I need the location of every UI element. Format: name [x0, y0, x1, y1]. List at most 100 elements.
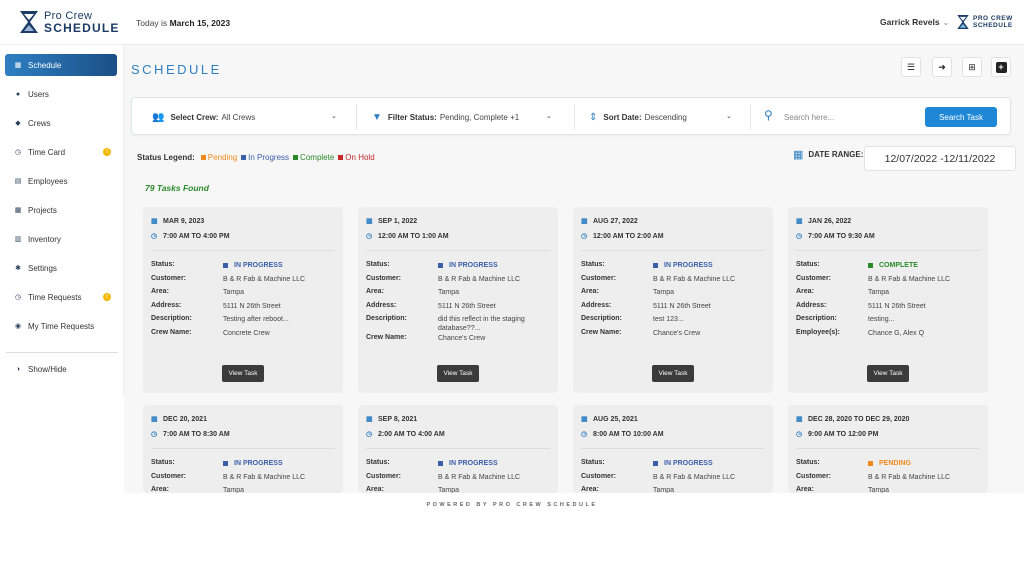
clock-icon: ◷: [581, 233, 588, 240]
task-field-customer: Customer: B & R Fab & Machine LLC: [366, 473, 548, 482]
field-value: 5111 N 26th Street: [868, 302, 926, 310]
status-filter-value: Pending, Complete +1: [439, 112, 520, 122]
status-swatch: [653, 263, 658, 268]
chevron-down-icon[interactable]: ⌄: [546, 112, 552, 120]
view-task-button[interactable]: View Task: [652, 365, 694, 382]
field-label: Description:: [581, 315, 622, 322]
calendar-icon: ▦: [366, 416, 373, 423]
card-divider: [581, 448, 765, 449]
list-view-button[interactable]: ☰: [901, 57, 921, 77]
field-value: Concrete Crew: [223, 329, 270, 337]
sidebar-item-inventory[interactable]: ▥ Inventory: [5, 228, 117, 250]
task-field-customer: Customer: B & R Fab & Machine LLC: [796, 275, 978, 284]
card-divider: [796, 448, 980, 449]
grid-add-button[interactable]: ⊞: [962, 57, 982, 77]
task-field-address: Address: 5111 N 26th Street: [796, 302, 978, 311]
show-hide-toggle[interactable]: ◑ Show/Hide: [5, 358, 117, 380]
field-label: Status:: [796, 261, 820, 268]
field-label: Customer:: [581, 274, 617, 282]
task-field-customer: Customer: B & R Fab & Machine LLC: [581, 473, 763, 482]
date-range-label: DATE RANGE:: [808, 150, 864, 159]
status-filter[interactable]: ▼ Filter Status: Pending, Complete +1: [372, 98, 519, 136]
user-circle-icon: ◉: [14, 323, 22, 330]
view-task-button[interactable]: View Task: [437, 365, 479, 382]
task-field-address: Address: 5111 N 26th Street: [581, 302, 763, 311]
app-logo[interactable]: Pro Crew SCHEDULE: [18, 10, 120, 34]
sidebar-item-settings[interactable]: ✱ Settings: [5, 257, 117, 279]
calendar-icon: ▦: [796, 218, 803, 225]
task-card: ▦ JAN 26, 2022 ◷ 7:00 AM TO 9:30 AM Status: C…: [788, 207, 988, 393]
field-label: Customer:: [366, 472, 402, 480]
user-name: Garrick Revels: [880, 17, 940, 27]
task-date: ▦ MAR 9, 2023: [151, 217, 204, 226]
field-value: Chance's Crew: [438, 335, 486, 342]
sign-out-icon: ➜: [938, 61, 946, 72]
chevron-down-icon[interactable]: ⌄: [726, 112, 732, 120]
sidebar-item-crews[interactable]: ◆ Crews: [5, 112, 117, 134]
search-icon: ⚲: [764, 108, 773, 122]
field-label: Customer:: [151, 274, 187, 282]
task-field-status: Status: IN PROGRESS: [366, 261, 548, 270]
field-value: Tampa: [868, 289, 890, 296]
field-value: Tampa: [438, 289, 460, 296]
sidebar-item-my-time-requests[interactable]: ◉ My Time Requests: [5, 315, 117, 337]
crew-select[interactable]: 👥 Select Crew: All Crews: [152, 98, 255, 136]
task-card: ▦ AUG 25, 2021 ◷ 8:00 AM TO 10:00 AM Status:…: [573, 405, 773, 493]
field-label: Area:: [366, 486, 384, 493]
clock-icon: ◷: [796, 233, 803, 240]
calendar-icon: ▦: [581, 218, 588, 225]
field-label: Address:: [151, 301, 182, 309]
sort-icon: ⇕: [589, 111, 598, 123]
export-button[interactable]: ➜: [932, 57, 952, 77]
task-field-description: Description: test 123...: [581, 315, 763, 324]
field-value: 5111 N 26th Street: [653, 302, 711, 310]
filter-bar: 👥 Select Crew: All Crews ⌄ ▼ Filter Stat…: [131, 97, 1011, 135]
task-field-area: Area: Tampa: [581, 288, 763, 297]
legend-item: Complete: [293, 153, 334, 162]
sidebar-item-projects[interactable]: ▦ Projects: [5, 199, 117, 221]
sidebar-item-time-requests[interactable]: ◷ Time Requests!: [5, 286, 117, 308]
field-label: Area:: [581, 288, 599, 295]
chevron-down-icon[interactable]: ⌄: [331, 112, 337, 120]
task-field-address: Address: 5111 N 26th Street: [366, 302, 548, 311]
task-status: IN PROGRESS: [438, 459, 548, 468]
field-label: Customer:: [796, 472, 832, 480]
sidebar-item-users[interactable]: ● Users: [5, 83, 117, 105]
legend-item: Pending: [200, 153, 237, 162]
sidebar-item-time-card[interactable]: ◷ Time Card!: [5, 141, 117, 163]
view-task-button[interactable]: View Task: [222, 365, 264, 382]
sidebar-item-label: Projects: [28, 205, 57, 215]
field-value: Testing after reboot...: [223, 316, 289, 323]
card-divider: [796, 250, 980, 251]
legend-label: In Progress: [248, 153, 290, 162]
status-swatch: [868, 461, 873, 466]
task-time: ◷ 9:00 AM TO 12:00 PM: [796, 430, 878, 439]
legend-swatch: [293, 155, 299, 160]
field-label: Area:: [366, 288, 384, 295]
task-time: ◷ 7:00 AM TO 4:00 PM: [151, 232, 230, 241]
plus-icon: +: [995, 61, 1007, 73]
field-label: Employee(s):: [796, 328, 840, 336]
view-task-button[interactable]: View Task: [867, 365, 909, 382]
sidebar-item-employees[interactable]: ▤ Employees: [5, 170, 117, 192]
legend-item: On Hold: [338, 153, 375, 162]
search-input[interactable]: [784, 109, 914, 125]
sidebar-item-schedule[interactable]: ▦ Schedule: [5, 54, 117, 76]
date-range-input[interactable]: 12/07/2022 -12/11/2022: [864, 146, 1016, 171]
field-label: Address:: [796, 301, 827, 309]
company-logo-bottom: SCHEDULE: [973, 22, 1013, 29]
search-task-button[interactable]: Search Task: [925, 107, 997, 127]
task-card: ▦ DEC 28, 2020 TO DEC 29, 2020 ◷ 9:00 AM TO…: [788, 405, 988, 493]
today-prefix: Today is: [136, 18, 168, 28]
add-task-button[interactable]: +: [991, 57, 1011, 77]
toggle-circle-icon: ◑: [15, 365, 21, 373]
user-menu[interactable]: Garrick Revels ⌄: [880, 17, 949, 27]
task-status-value: COMPLETE: [879, 262, 918, 269]
task-time-value: 7:00 AM TO 8:30 AM: [163, 430, 230, 438]
sidebar-item-label: Employees: [28, 176, 68, 186]
field-label: Crew Name:: [366, 334, 407, 341]
task-status-value: IN PROGRESS: [449, 460, 498, 467]
field-label: Customer:: [151, 472, 187, 480]
status-swatch: [223, 263, 228, 268]
sort-date-select[interactable]: ⇕ Sort Date: Descending: [589, 98, 687, 136]
